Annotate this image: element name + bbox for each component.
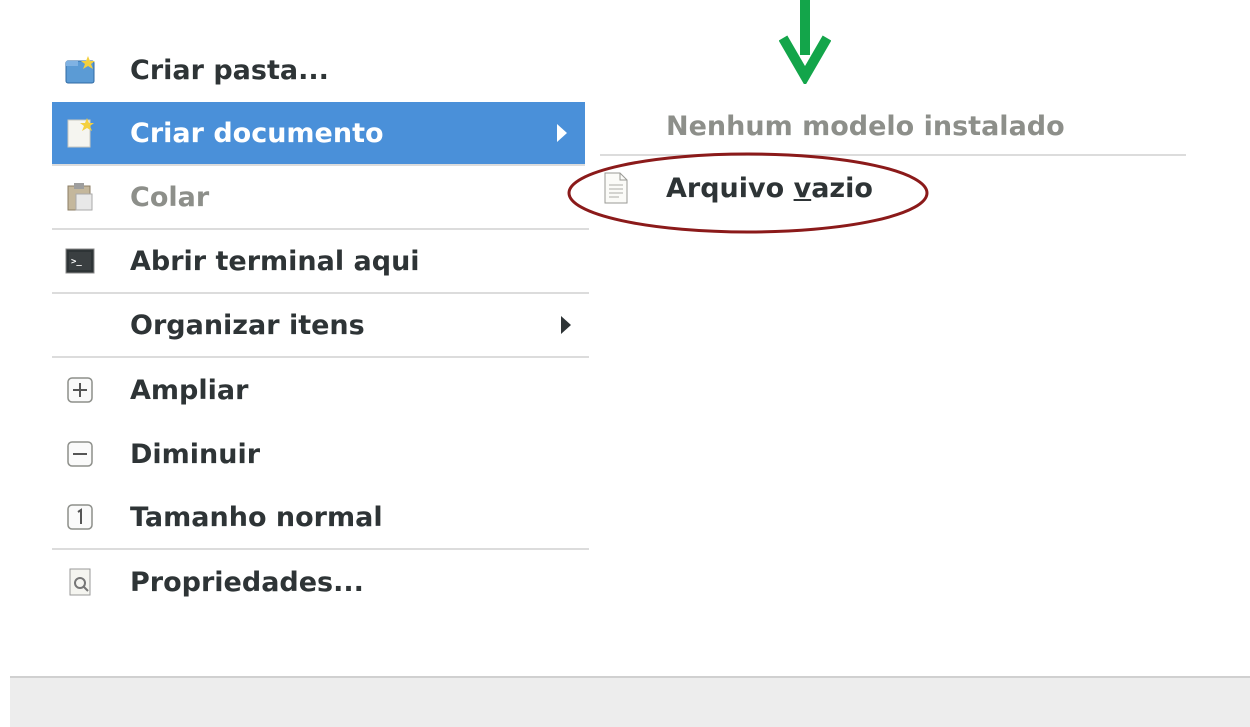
submenu-arrow-icon: [557, 124, 567, 142]
properties-icon: [69, 568, 91, 596]
menu-item-label: Organizar itens: [130, 309, 365, 341]
menu-item-open-terminal[interactable]: >_ Abrir terminal aqui: [52, 230, 589, 294]
menu-item-normal-size[interactable]: Tamanho normal: [52, 486, 589, 550]
paste-icon: [67, 183, 93, 211]
terminal-icon: >_: [65, 248, 95, 274]
menu-item-paste[interactable]: Colar: [52, 166, 589, 230]
menu-item-label: Criar documento: [130, 117, 384, 149]
menu-item-label: Colar: [130, 181, 210, 213]
menu-item-label: Propriedades...: [130, 566, 364, 598]
context-menu: Criar pasta... Criar documento Colar >_ …: [52, 38, 589, 614]
menu-item-properties[interactable]: Propriedades...: [52, 550, 589, 614]
zoom-out-icon: [67, 441, 93, 467]
status-bar: [10, 676, 1250, 727]
menu-item-label: Ampliar: [130, 374, 249, 406]
folder-new-icon: [65, 56, 95, 84]
menu-item-label: Tamanho normal: [130, 501, 383, 533]
annotation-arrow-icon: [779, 0, 831, 84]
annotation-ellipse-icon: [567, 152, 929, 234]
menu-item-label: Abrir terminal aqui: [130, 245, 420, 277]
document-new-icon: [67, 118, 94, 148]
menu-item-label: Diminuir: [130, 438, 261, 470]
menu-item-zoom-in[interactable]: Ampliar: [52, 358, 589, 422]
submenu-arrow-icon: [561, 316, 571, 334]
menu-item-zoom-out[interactable]: Diminuir: [52, 422, 589, 486]
submenu-header: Nenhum modelo instalado: [600, 98, 1186, 156]
menu-item-create-document[interactable]: Criar documento: [52, 102, 585, 166]
zoom-in-icon: [67, 377, 93, 403]
svg-text:>_: >_: [71, 257, 82, 267]
menu-item-label: Criar pasta...: [130, 54, 329, 86]
menu-item-create-folder[interactable]: Criar pasta...: [52, 38, 589, 102]
zoom-reset-icon: [67, 504, 93, 530]
menu-item-arrange-items[interactable]: Organizar itens: [52, 294, 589, 358]
